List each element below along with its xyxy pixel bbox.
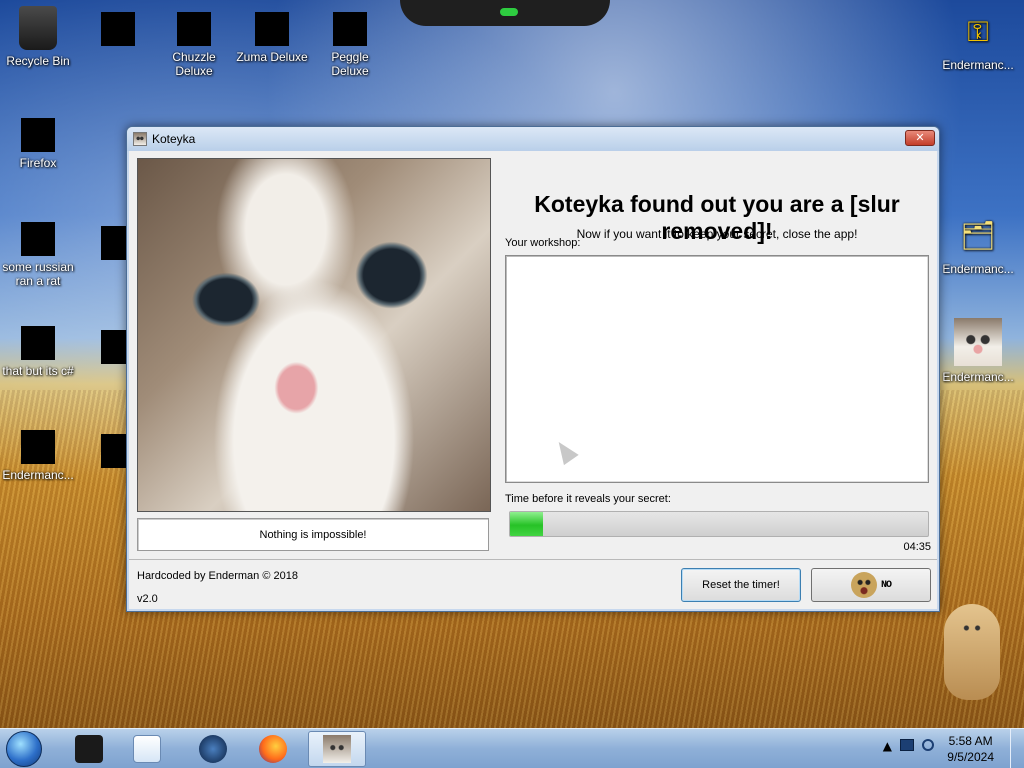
network-icon[interactable] <box>900 739 914 751</box>
timer-value: 04:35 <box>903 541 931 553</box>
timer-label: Time before it reveals your secret: <box>505 493 671 505</box>
koteyka-app-icon <box>133 132 147 146</box>
desktop-icon-label: Zuma Deluxe <box>236 50 308 64</box>
tray-expand-icon[interactable]: ▲ <box>883 739 892 753</box>
peggle-icon <box>333 12 367 46</box>
desktop-icon-label: Peggle Deluxe <box>331 50 369 78</box>
credit-text: Hardcoded by Enderman © 2018 <box>137 570 298 582</box>
desktop-icon-peggle[interactable]: Peggle Deluxe <box>312 6 388 78</box>
desktop-icon-csharp[interactable]: that but its c# <box>0 320 76 378</box>
reset-timer-button[interactable]: Reset the timer! <box>681 568 801 602</box>
firefox-icon <box>21 118 55 152</box>
app-icon <box>75 735 103 763</box>
app-icon <box>21 222 55 256</box>
workshop-label: Your workshop: <box>505 237 581 249</box>
desktop-icon-label: Endermanc... <box>942 58 1014 72</box>
taskbar: ▲ 5:58 AM 9/5/2024 <box>0 728 1024 768</box>
no-button-text: NO <box>880 579 892 591</box>
baldi-face-icon <box>850 572 877 598</box>
system-tray: ▲ <box>883 739 934 753</box>
hamster-figure <box>944 604 1000 700</box>
window-footer: Hardcoded by Enderman © 2018 v2.0 Reset … <box>129 559 937 609</box>
desktop-icon-label: Recycle Bin <box>6 54 70 68</box>
taskbar-app-3[interactable] <box>184 731 242 767</box>
chuzzle-icon <box>177 12 211 46</box>
redacted-icon <box>101 12 135 46</box>
desktop-icon-russian-rat[interactable]: some russian ran a rat <box>0 216 76 288</box>
top-gadget <box>400 0 610 26</box>
timer-progress-bar <box>509 511 929 537</box>
gadget-indicator <box>500 8 518 16</box>
show-desktop-button[interactable] <box>1010 729 1024 768</box>
clock-time: 5:58 AM <box>948 734 993 748</box>
recycle-bin-icon <box>19 6 57 50</box>
desktop-icon-label: some russian ran a rat <box>2 260 74 288</box>
desktop-icon-label: Endermanc... <box>2 468 74 482</box>
desktop-icon-recycle-bin[interactable]: Recycle Bin <box>0 6 76 68</box>
desktop-icon-chuzzle[interactable]: Chuzzle Deluxe <box>156 6 232 78</box>
cat-image-icon <box>323 735 351 763</box>
no-button[interactable]: NO <box>811 568 931 602</box>
taskbar-koteyka[interactable] <box>308 731 366 767</box>
app-icon <box>21 326 55 360</box>
desktop-icon-endermanch-cat[interactable]: Endermanc... <box>940 318 1016 384</box>
taskbar-firefox[interactable] <box>244 731 302 767</box>
timer-progress-fill <box>510 512 544 536</box>
desktop-icon-zuma[interactable]: Zuma Deluxe <box>234 6 310 64</box>
app-icon <box>21 430 55 464</box>
start-button[interactable] <box>6 731 42 767</box>
desktop-icon-label: Firefox <box>19 156 57 170</box>
cat-photo <box>137 158 491 512</box>
close-button[interactable]: ✕ <box>905 130 935 146</box>
desktop-icon-endermanch-key[interactable]: ⚿ Endermanc... <box>940 10 1016 73</box>
desktop-icon-label: Endermanc... <box>942 370 1014 384</box>
media-player-icon <box>133 735 161 763</box>
firefox-icon <box>259 735 287 763</box>
key-icon: ⚿ <box>967 16 989 47</box>
desktop-icon-label: that but its c# <box>2 364 74 378</box>
desktop-icon-endermanch-docs[interactable]: 🗂 Endermanc... <box>940 214 1016 277</box>
taskbar-clock[interactable]: 5:58 AM 9/5/2024 <box>947 733 994 765</box>
cursor-icon <box>551 436 579 466</box>
window-titlebar[interactable]: Koteyka ✕ <box>127 127 939 151</box>
desktop-icon-label: Chuzzle Deluxe <box>172 50 216 78</box>
caption-box: Nothing is impossible! <box>137 518 489 551</box>
documents-icon: 🗂 <box>960 220 996 251</box>
version-text: v2.0 <box>137 593 158 605</box>
window-title: Koteyka <box>152 132 196 146</box>
taskbar-media-player[interactable] <box>118 731 176 767</box>
window-client-area: Nothing is impossible! Koteyka found out… <box>129 151 937 609</box>
workshop-area[interactable] <box>505 255 929 483</box>
desktop-icon-label: Endermanc... <box>942 262 1014 276</box>
zuma-icon <box>255 12 289 46</box>
desktop-icon-firefox[interactable]: Firefox <box>0 112 76 170</box>
taskbar-app-1[interactable] <box>60 731 118 767</box>
app-icon <box>199 735 227 763</box>
clock-date: 9/5/2024 <box>947 750 994 764</box>
desktop-icon-endermanch[interactable]: Endermanc... <box>0 424 76 482</box>
cat-image-icon <box>954 318 1002 366</box>
koteyka-window: Koteyka ✕ Nothing is impossible! Koteyka… <box>126 126 940 612</box>
desktop-icon-redacted[interactable] <box>80 6 156 50</box>
volume-icon[interactable] <box>922 739 934 751</box>
